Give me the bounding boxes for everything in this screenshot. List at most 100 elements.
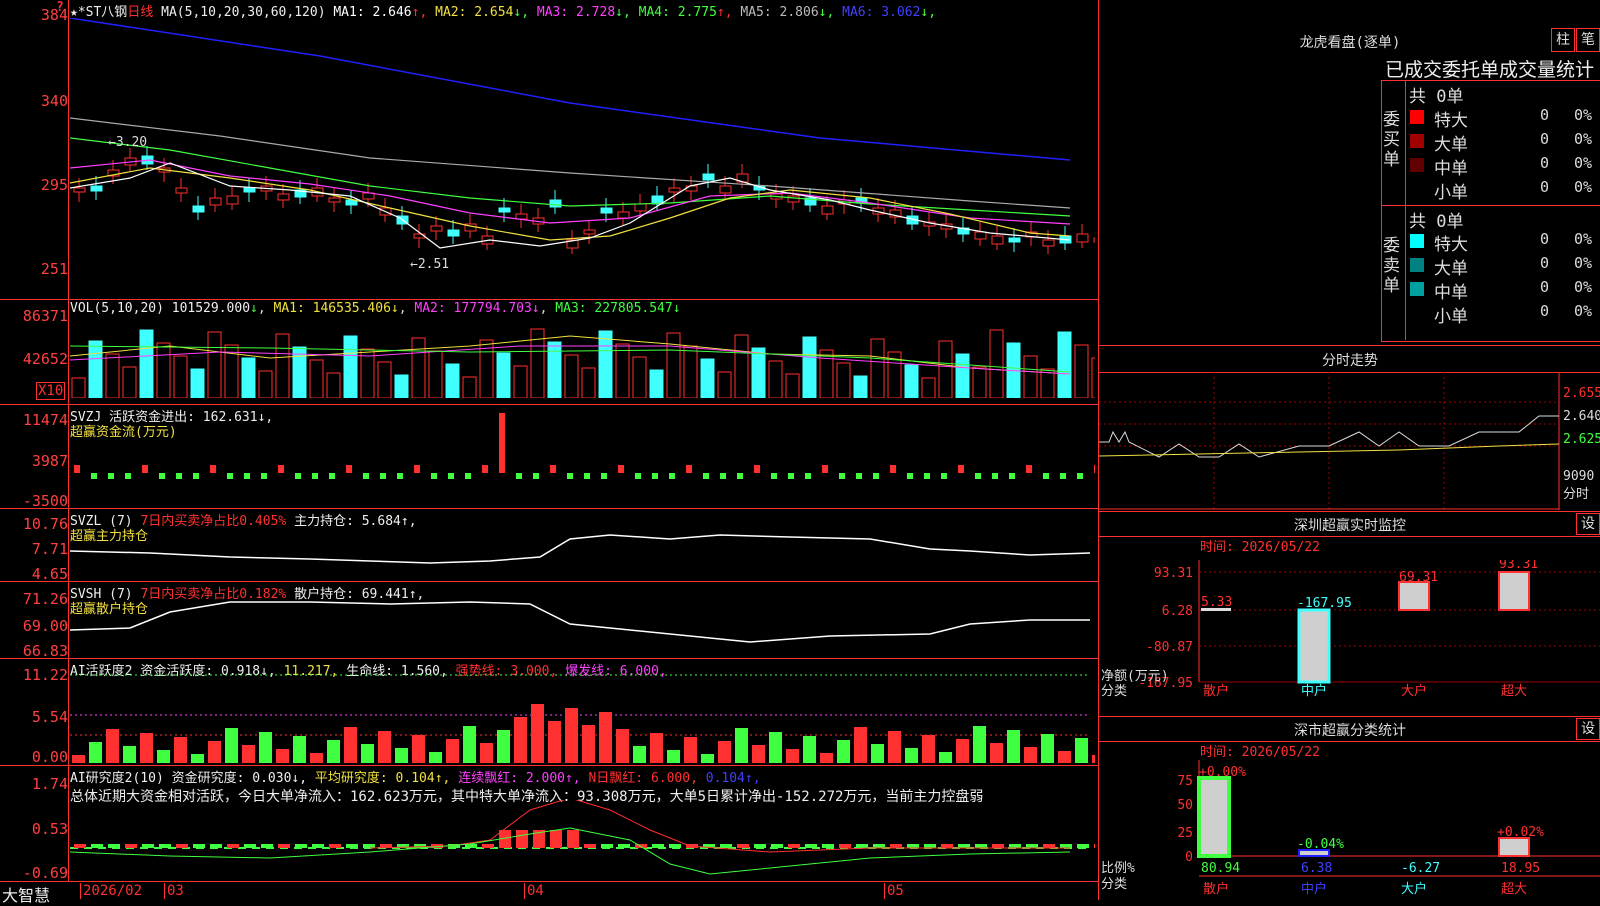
high-annotation: ←3.20 [108,135,147,150]
research-bar [805,844,817,848]
classify-cat-label: 分类 [1101,877,1127,892]
research-bar [907,844,919,848]
order-pct: 0% [1574,302,1593,320]
volume-bar [853,375,868,398]
volume-bar [717,371,732,398]
legend-swatch [1410,158,1424,172]
order-pct: 0% [1574,278,1593,296]
activity-bar [344,727,357,763]
vol-arrow: ↓ [250,301,258,316]
research-bar [839,844,851,848]
tick-button[interactable]: 笔 [1576,28,1600,52]
activity-bar [1092,755,1095,763]
price-chart[interactable]: ←3.20 ←2.51 [70,18,1095,298]
volume-bar [445,363,460,398]
research-bar [142,844,154,848]
flow-bar [635,473,641,479]
vol-label: 9090 [1563,469,1594,484]
monitor-chart: 93.31 6.28 -80.87 -167.95 5.33 -167.95 6… [1101,560,1600,699]
research-bar [210,844,222,848]
volume-bar [122,366,137,398]
flow-bar [482,465,488,473]
activity-bar [293,736,306,763]
activity-bar [497,730,510,763]
volume-bar [836,362,851,398]
classify-value: 80.94 [1201,861,1240,876]
research-bar [482,844,494,848]
candle [583,229,596,235]
volume-bar [411,337,426,398]
dragon-split [1381,205,1600,206]
activity-bar [242,745,255,763]
activity-bar [582,725,595,763]
order-type-label: 小单 [1434,307,1468,327]
flow-bar [754,465,760,473]
order-type-label: 大单 [1434,259,1468,279]
candle [1042,239,1055,247]
intraday-title: 分时走势 [1322,353,1378,369]
volume-chart[interactable] [70,316,1095,398]
activity-bar [276,749,289,763]
activity-bar [922,735,935,763]
classify-bar-chaoda [1498,837,1530,857]
volume-bar [258,370,273,398]
volume-bar [938,340,953,398]
low-annotation: ←2.51 [410,257,449,272]
research-bar [754,844,766,848]
price-axis-label: 295 [40,176,68,194]
ai2-axis-label: -0.69 [22,864,68,882]
candle [192,205,205,213]
svzl-chart[interactable] [70,509,1095,581]
volume-bar [309,359,324,398]
volume-bar [1091,357,1095,398]
classify-settings-button[interactable]: 设 [1576,718,1600,740]
ai2-t4: N日飘红: 6.000, [588,771,698,786]
activity-bar [684,737,697,763]
ai2-t3: 连续飘红: 2.000↑, [458,771,581,786]
ai2-chart[interactable] [70,800,1095,880]
flow-bar [159,473,165,479]
activity-bar [157,750,170,763]
activity-bar [820,753,833,763]
flow-bar [1043,473,1049,479]
research-bar [244,844,256,848]
flow-bar [584,473,590,479]
brand-label: 大智慧 [2,886,51,905]
svzj-chart[interactable] [70,405,1095,507]
ai1-chart[interactable] [70,659,1095,765]
activity-bar [191,754,204,763]
activity-bar [480,743,493,763]
flow-bar [771,473,777,479]
vol-scale-badge[interactable]: X10 [36,382,66,400]
column-button[interactable]: 柱 [1551,28,1575,52]
flow-bar [465,473,471,479]
x-date-label: 04 [524,883,544,899]
research-bar [720,844,732,848]
activity-bar [72,755,85,763]
flow-bar [686,465,692,473]
svsh-chart[interactable] [70,582,1095,658]
ai2-t2: 平均研究度: 0.104↑, [314,771,451,786]
candle [1093,237,1095,243]
research-bar [159,844,171,848]
flow-bar [975,473,981,479]
flow-bar [142,465,148,473]
ai2-name: AI研究度2(10) [70,771,164,786]
flow-bar [74,465,80,473]
order-pct: 0% [1574,254,1593,272]
flow-bar [856,473,862,479]
svzl-line [70,534,1091,564]
svsh-axis-label: 69.00 [22,617,68,635]
intraday-chart[interactable]: 2.655 2.640 2.625 9090 分时 [1099,372,1600,510]
classify-bottom-label: 比例% [1101,861,1135,876]
activity-bar [89,742,102,763]
monitor-settings-button[interactable]: 设 [1576,513,1600,535]
order-count: 0 [1540,302,1550,320]
activity-bar [956,739,969,763]
volume-bar [547,341,562,398]
candle [226,195,239,205]
monitor-time: 时间: 2026/05/22 [1200,540,1320,555]
order-type-label: 大单 [1434,135,1468,155]
order-count: 0 [1540,106,1550,124]
flow-bar [516,473,522,479]
